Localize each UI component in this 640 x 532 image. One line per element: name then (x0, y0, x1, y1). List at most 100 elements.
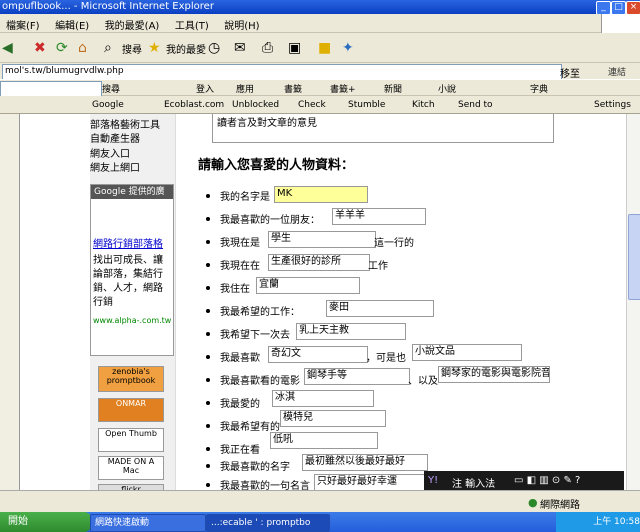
toolbar-novel[interactable]: 小說 (438, 82, 456, 95)
minimize-button[interactable]: _ (596, 1, 611, 14)
go-button[interactable]: 移至 (560, 65, 580, 80)
sidebar-link[interactable]: 自動產生器 (90, 130, 140, 145)
toolbar-search-button[interactable]: 搜尋 (102, 82, 120, 95)
bullet (206, 483, 210, 487)
question-label: 我最希望有的 (220, 422, 280, 433)
stop-icon[interactable]: ✖ (34, 38, 46, 58)
scrollbar-thumb[interactable] (628, 214, 640, 300)
answer-input[interactable]: 宜蘭 (256, 277, 360, 294)
answer-input[interactable]: 乳上天主教 (296, 323, 406, 340)
favorites-icon[interactable]: ★ (148, 38, 161, 58)
answer-input[interactable]: 最初雖然以後最好最好 (302, 454, 428, 471)
bookmark-kitch[interactable]: Kitch (412, 100, 435, 110)
answer-input[interactable]: 奇幻文 (268, 346, 368, 363)
window-title-bar: ompuflbook... - Microsoft Internet Explo… (0, 0, 640, 14)
toolbar-dictionary[interactable]: 字典 (530, 82, 548, 95)
answer-input[interactable]: 冰淇 (272, 390, 374, 407)
menu-help[interactable]: 說明(H) (218, 14, 265, 35)
messenger-icon[interactable]: ✦ (342, 38, 354, 58)
sidebar-link[interactable]: 網友入口 (90, 145, 130, 160)
refresh-icon[interactable]: ⟳ (56, 38, 68, 58)
taskbar-item-active[interactable]: ...:ecable ' : promptbo (206, 514, 330, 532)
answer-input[interactable]: 模特兒 (280, 410, 386, 427)
answer-input[interactable]: 生產很好的診所 (268, 254, 370, 271)
toolbar-bookmarks[interactable]: 書籤 (284, 82, 302, 95)
start-button[interactable]: 開始 (0, 512, 92, 532)
yahoo-icon: Y! (428, 475, 439, 486)
bookmarks-bar: Google Ecoblast.com Unblocked Check Stum… (0, 96, 640, 114)
menu-favorites[interactable]: 我的最愛(A) (99, 14, 166, 35)
ime-toggle-icon[interactable]: ▭ ◧ ▥ ⊙ ✎ ? (514, 475, 580, 486)
bullet (206, 464, 210, 468)
toolbar-login[interactable]: 登入 (196, 82, 214, 95)
links-label[interactable]: 連結 (608, 65, 626, 78)
bullet (206, 240, 210, 244)
toolbar-search-input[interactable] (0, 81, 102, 97)
question-label: 我最希望的工作： (220, 307, 300, 318)
maximize-button[interactable]: □ (611, 1, 626, 14)
answer-input-2[interactable]: 鋼琴家的電影與電影院音樂 (438, 366, 550, 383)
address-input[interactable]: mol's.tw/blumugrvdlw.php (2, 64, 562, 80)
ad-url[interactable]: www.alpha-.com.tw (91, 310, 173, 325)
answer-input-2[interactable]: 小說文品 (412, 344, 522, 361)
sidebar-link[interactable]: 部落格藝術工具 (90, 116, 160, 131)
search-label[interactable]: 搜尋 (122, 41, 142, 56)
question-suffix: ，可是也 (366, 353, 406, 364)
menu-bar: 檔案(F) 編輯(E) 我的最愛(A) 工具(T) 說明(H) (0, 14, 640, 33)
question-label: 我最喜歡的一句名言 (220, 481, 310, 490)
answer-input[interactable]: 麥田 (326, 300, 434, 317)
bookmark-ecoblast[interactable]: Ecoblast.com (164, 100, 224, 110)
bullet (206, 424, 210, 428)
print-icon[interactable]: ⎙ (262, 38, 273, 58)
bookmark-send[interactable]: Send to (458, 100, 493, 110)
bookmark-google[interactable]: Google (92, 100, 124, 110)
bookmark-stumble[interactable]: Stumble (348, 100, 385, 110)
ad-title[interactable]: 網路行銷部落格 (91, 199, 173, 250)
toolbar-news[interactable]: 新聞 (384, 82, 402, 95)
bookmark-check[interactable]: Check (298, 100, 326, 110)
question-label: 我最愛的 (220, 399, 260, 410)
question-suffix: 工作 (368, 261, 388, 272)
bookmark-unblocked[interactable]: Unblocked (232, 100, 279, 110)
sidebar-link[interactable]: 網友上網口 (90, 159, 140, 174)
question-label: 我希望下一次去 (220, 330, 290, 341)
taskbar-item[interactable]: 網路快速啟動 (90, 514, 206, 532)
menu-file[interactable]: 檔案(F) (0, 14, 46, 35)
bullet (206, 217, 210, 221)
question-label: 我最喜歡看的電影 (220, 376, 300, 387)
badge-mac[interactable]: MADE ON A Mac (98, 456, 164, 480)
answer-input[interactable]: 低吼 (270, 432, 378, 449)
vertical-scrollbar[interactable] (626, 114, 640, 490)
ime-toolbar[interactable]: Y! 注 輸入法 ▭ ◧ ▥ ⊙ ✎ ? (424, 471, 624, 491)
left-panel[interactable] (0, 114, 20, 490)
answer-input[interactable]: 鋼琴手等 (304, 368, 410, 385)
badge-open-thumb[interactable]: Open Thumb (98, 428, 164, 452)
bullet (206, 447, 210, 451)
mail-icon[interactable]: ✉ (234, 38, 246, 58)
close-button[interactable]: × (626, 1, 640, 14)
bullet (206, 286, 210, 290)
toolbar-apps[interactable]: 應用 (236, 82, 254, 95)
history-icon[interactable]: ◷ (208, 38, 220, 58)
answer-input[interactable]: 羊羊羊 (332, 208, 426, 225)
answer-input[interactable]: 學生 (268, 231, 376, 248)
edit-icon[interactable]: ▣ (288, 38, 301, 58)
windows-logo (601, 14, 640, 33)
search-icon[interactable]: ⌕ (104, 38, 112, 58)
toolbar-bookmarks-plus[interactable]: 書籤+ (330, 82, 356, 95)
note-icon[interactable]: ■ (318, 38, 331, 58)
clock: 上午 10:58 (593, 517, 640, 527)
window-title: ompuflbook... - Microsoft Internet Explo… (2, 1, 214, 12)
answer-input[interactable]: 只好最好最好幸運 (314, 474, 436, 490)
badge-promptbook[interactable]: zenobia's promptbook (98, 366, 164, 392)
favorites-label[interactable]: 我的最愛 (166, 41, 206, 56)
status-text: 網際網路 (540, 500, 580, 511)
badge-onmar[interactable]: ONMAR (98, 398, 164, 422)
answer-input[interactable]: MK (274, 186, 368, 203)
menu-tools[interactable]: 工具(T) (169, 14, 215, 35)
menu-edit[interactable]: 編輯(E) (49, 14, 95, 35)
back-icon[interactable]: ◀ (2, 38, 13, 58)
web-page: 部落格藝術工具 自動產生器 網友入口 網友上網口 Google 提供的廣告 網路… (20, 114, 626, 490)
bookmark-settings[interactable]: Settings (594, 100, 631, 110)
home-icon[interactable]: ⌂ (78, 38, 87, 58)
